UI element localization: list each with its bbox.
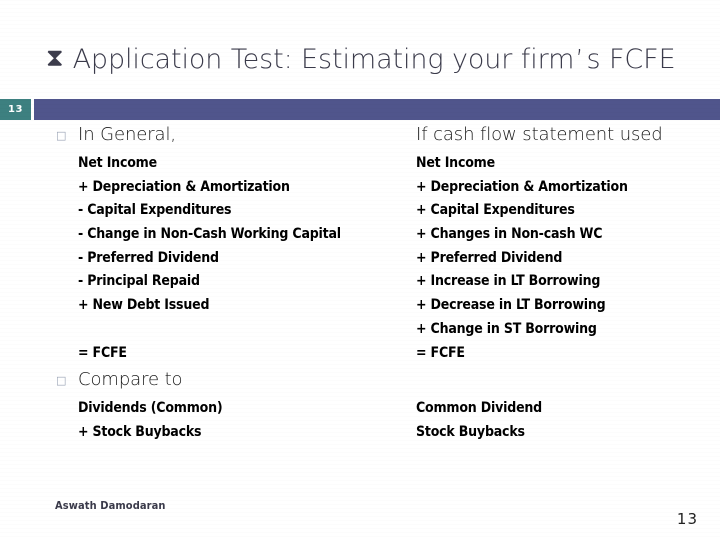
slide-title: ⧗ Application Test: Estimating your firm… bbox=[46, 36, 700, 82]
formula-line: - Capital Expenditures bbox=[78, 202, 232, 219]
right-section-compare: Common Dividend Stock Buybacks bbox=[416, 397, 716, 444]
compare-line: Common Dividend bbox=[416, 400, 542, 417]
compare-line: Stock Buybacks bbox=[416, 423, 525, 440]
left-heading-in-general: In General, bbox=[78, 124, 176, 145]
left-column: □ In General, Net Income + Depreciation … bbox=[56, 124, 406, 445]
right-compare-list: Common Dividend Stock Buybacks bbox=[416, 397, 716, 444]
slide-number-badge: 13 bbox=[0, 99, 31, 120]
right-formula-list: Net Income + Depreciation & Amortization… bbox=[416, 152, 716, 365]
left-formula-list: Net Income + Depreciation & Amortization… bbox=[56, 152, 406, 365]
footer-author: Aswath Damodaran bbox=[55, 499, 166, 512]
left-heading-compare-to: Compare to bbox=[78, 369, 183, 391]
bullet-in-general: □ In General, bbox=[56, 124, 406, 152]
left-section-compare-to: □ Compare to Dividends (Common) + Stock … bbox=[56, 369, 406, 444]
formula-total-line: = FCFE bbox=[78, 344, 127, 361]
title-text-part1: Application Test: Estimating your firm bbox=[72, 43, 575, 75]
title-text-part2: s FCFE bbox=[586, 43, 676, 75]
formula-line: Net Income bbox=[416, 155, 495, 171]
right-column: If cash flow statement used Net Income +… bbox=[416, 124, 716, 445]
footer-page-number: 13 bbox=[676, 510, 698, 528]
bullet-compare-to: □ Compare to bbox=[56, 369, 406, 397]
formula-line: - Change in Non-Cash Working Capital bbox=[78, 226, 341, 243]
hourglass-icon: ⧗ bbox=[46, 43, 64, 72]
formula-line: + Decrease in LT Borrowing bbox=[416, 297, 606, 314]
formula-line: + Depreciation & Amortization bbox=[416, 178, 628, 195]
right-section-cash-flow: If cash flow statement used Net Income +… bbox=[416, 124, 716, 365]
formula-line: + Change in ST Borrowing bbox=[416, 320, 597, 337]
compare-line: Dividends (Common) bbox=[78, 400, 223, 417]
header-accent-bar bbox=[34, 99, 720, 120]
square-bullet-icon: □ bbox=[56, 129, 67, 142]
formula-line: + New Debt Issued bbox=[78, 297, 210, 314]
title-text: Application Test: Estimating your firm’ s… bbox=[73, 44, 676, 75]
formula-line: - Preferred Dividend bbox=[78, 249, 219, 266]
right-heading-cash-flow: If cash flow statement used bbox=[416, 124, 663, 145]
formula-line: + Preferred Dividend bbox=[416, 249, 563, 266]
formula-line: + Increase in LT Borrowing bbox=[416, 273, 601, 290]
formula-total-line: = FCFE bbox=[416, 344, 465, 361]
formula-line: + Depreciation & Amortization bbox=[78, 178, 290, 195]
left-compare-list: Dividends (Common) + Stock Buybacks bbox=[56, 397, 406, 444]
square-bullet-icon: □ bbox=[56, 374, 67, 388]
formula-line: - Principal Repaid bbox=[78, 273, 200, 290]
formula-line: Net Income bbox=[78, 155, 157, 171]
title-apostrophe: ’ bbox=[575, 44, 584, 75]
formula-spacer-line bbox=[78, 318, 406, 342]
formula-line: + Changes in Non-cash WC bbox=[416, 226, 603, 243]
formula-line: + Capital Expenditures bbox=[416, 202, 575, 219]
compare-line: + Stock Buybacks bbox=[78, 423, 202, 440]
slide: ⧗ Application Test: Estimating your firm… bbox=[0, 0, 720, 540]
left-section-in-general: □ In General, Net Income + Depreciation … bbox=[56, 124, 406, 365]
